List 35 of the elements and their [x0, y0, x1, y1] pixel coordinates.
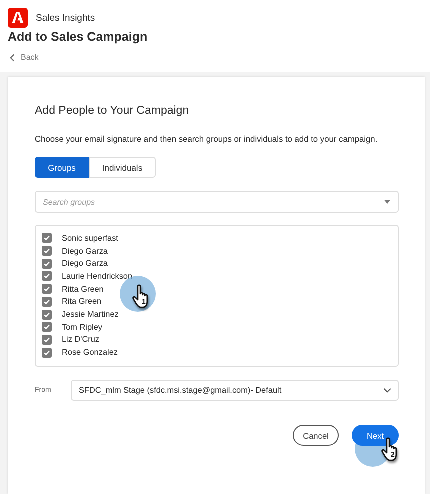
- group-name: Sonic superfast: [62, 234, 118, 243]
- checkbox[interactable]: [42, 233, 52, 244]
- dropdown-caret-icon: [384, 200, 391, 204]
- cancel-button[interactable]: Cancel: [293, 425, 339, 446]
- card-title: Add People to Your Campaign: [35, 105, 190, 117]
- card-description: Choose your email signature and then search groups or individuals to add to your campaign.: [35, 134, 379, 144]
- checkbox[interactable]: [42, 246, 52, 256]
- checkbox[interactable]: [42, 271, 52, 282]
- chevron-down-icon: [383, 388, 392, 393]
- group-name: Tom Ripley: [62, 322, 102, 332]
- group-name: Jessie Martinez: [62, 310, 119, 320]
- group-name: Liz D'Cruz: [62, 335, 100, 344]
- group-name: Ritta Green: [62, 284, 104, 294]
- checkbox[interactable]: [42, 284, 52, 294]
- segment-tab[interactable]: Groups: [35, 157, 89, 178]
- checkbox[interactable]: [42, 334, 52, 345]
- next-button[interactable]: Next: [352, 425, 399, 446]
- signature-dropdown[interactable]: SFDC_mlm Stage (sfdc.msi.stage@gmail.com)- Default: [71, 380, 399, 401]
- group-name: Rose Gonzalez: [62, 348, 118, 358]
- checkbox[interactable]: [42, 258, 52, 269]
- checkbox[interactable]: [42, 310, 52, 320]
- checkbox[interactable]: [42, 296, 52, 307]
- segment-tab[interactable]: Individuals: [89, 157, 156, 178]
- chevron-left-icon: [10, 54, 15, 62]
- group-name: Diego Garza: [62, 259, 108, 268]
- back-link[interactable]: Back: [8, 53, 39, 62]
- checkbox[interactable]: [42, 348, 52, 358]
- group-name: Rita Green: [62, 297, 102, 306]
- page-title: Add to Sales Campaign: [8, 30, 149, 44]
- app-logo-icon: [8, 8, 28, 28]
- group-name: Diego Garza: [62, 246, 108, 256]
- checkbox[interactable]: [42, 322, 52, 332]
- app-name: Sales Insights: [36, 12, 96, 24]
- search-field[interactable]: Search groups: [35, 191, 399, 213]
- group-name: Laurie Hendrickson: [62, 272, 133, 281]
